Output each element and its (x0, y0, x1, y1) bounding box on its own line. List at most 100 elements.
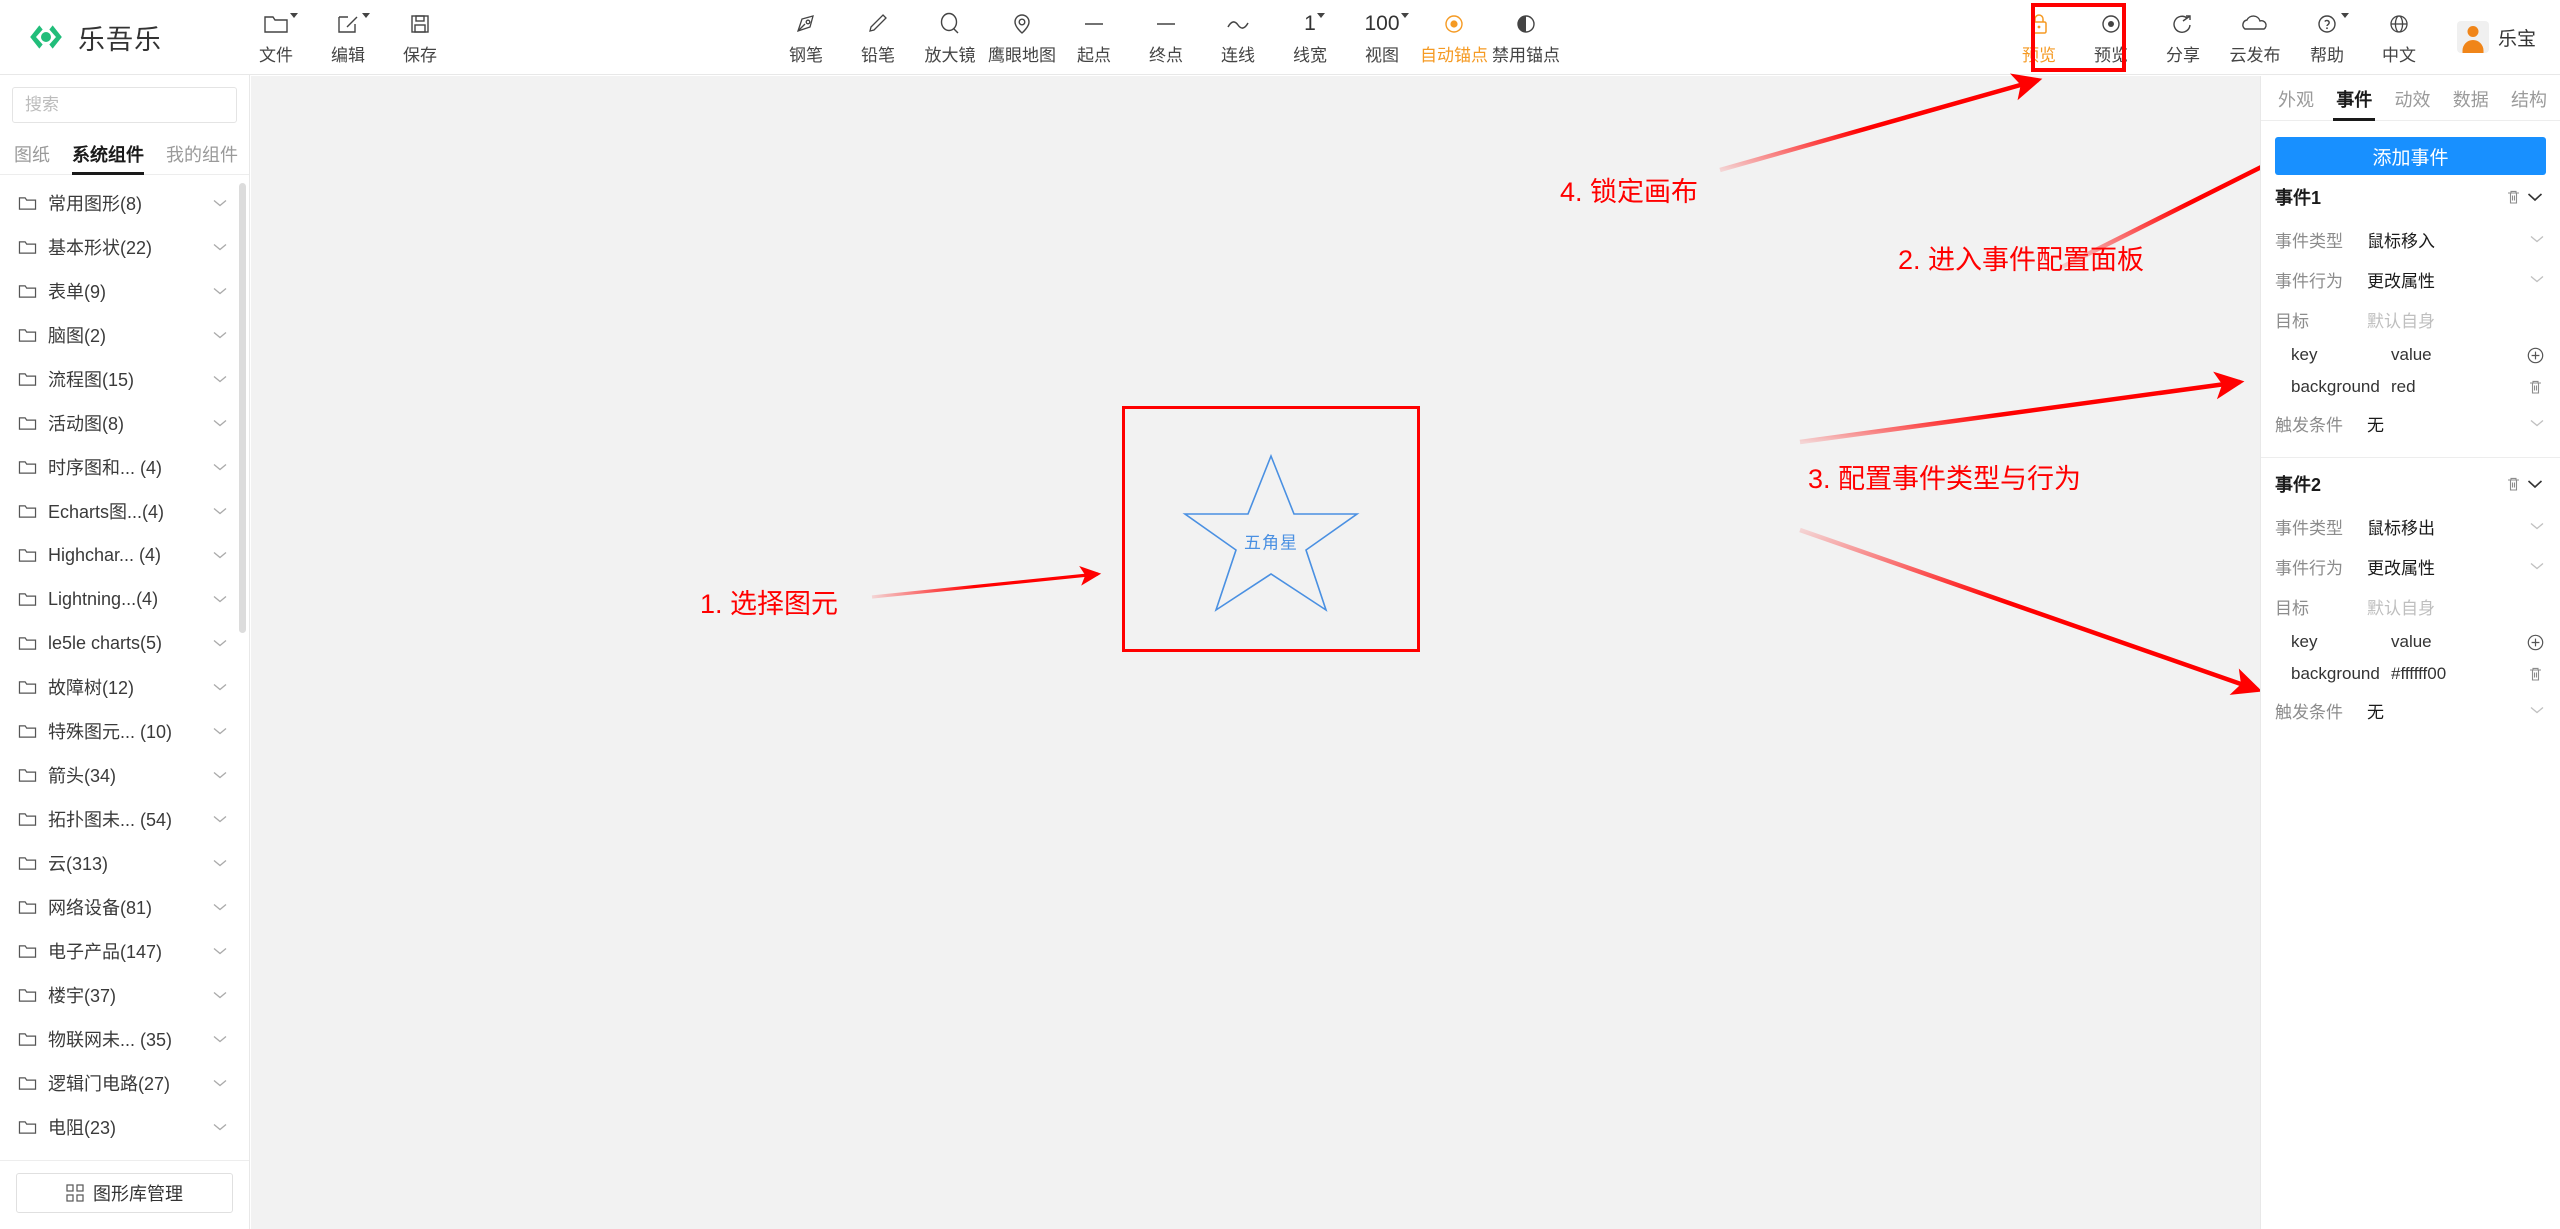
category-item[interactable]: 特殊图元... (10) (0, 709, 249, 753)
toolbar-item-pencil[interactable]: 铅笔 (842, 6, 914, 68)
category-item[interactable]: 常用图形(8) (0, 181, 249, 225)
chevron-down-icon[interactable] (213, 419, 227, 427)
category-item[interactable]: 楼宇(37) (0, 973, 249, 1017)
add-property-2-icon[interactable] (2524, 634, 2546, 651)
chevron-down-icon[interactable] (213, 859, 227, 867)
chevron-down-icon[interactable] (213, 595, 227, 603)
chevron-down-icon[interactable] (2530, 522, 2544, 530)
chevron-down-icon[interactable] (2530, 275, 2544, 283)
category-item[interactable]: 流程图(15) (0, 357, 249, 401)
toolbar-item-save[interactable]: 保存 (384, 6, 456, 68)
delete-event-1-icon[interactable] (2502, 186, 2524, 208)
event-1-type-row[interactable]: 事件类型 鼠标移入 (2275, 219, 2546, 259)
toolbar-item-disable-anchor[interactable]: 禁用锚点 (1490, 6, 1562, 68)
toolbar-item-pen[interactable]: 钢笔 (770, 6, 842, 68)
chevron-down-icon[interactable] (213, 199, 227, 207)
toolbar-item-cloud-publish[interactable]: 云发布 (2219, 6, 2291, 68)
event-1-trigger-row[interactable]: 触发条件 无 (2275, 403, 2546, 443)
delete-event-2-icon[interactable] (2502, 473, 2524, 495)
category-item[interactable]: Echarts图...(4) (0, 489, 249, 533)
chevron-down-icon[interactable] (213, 639, 227, 647)
sidebar-tab-my-components[interactable]: 我的组件 (166, 141, 238, 174)
tab-structure[interactable]: 结构 (2506, 86, 2552, 120)
toolbar-item-file[interactable]: 文件 (240, 6, 312, 68)
chevron-down-icon[interactable] (213, 683, 227, 691)
add-event-button[interactable]: 添加事件 (2275, 137, 2546, 175)
category-item[interactable]: 云(313) (0, 841, 249, 885)
chevron-down-icon[interactable] (213, 991, 227, 999)
chevron-down-icon[interactable] (213, 947, 227, 955)
search-box[interactable] (12, 87, 237, 123)
sidebar-tab-system-components[interactable]: 系统组件 (72, 141, 144, 175)
chevron-down-icon[interactable] (213, 551, 227, 559)
chevron-down-icon[interactable] (213, 463, 227, 471)
chevron-down-icon[interactable] (213, 375, 227, 383)
selected-shape-container[interactable]: 五角星 (1122, 406, 1420, 652)
category-item[interactable]: Lightning...(4) (0, 577, 249, 621)
event-1-kv-row[interactable]: background red (2275, 371, 2546, 403)
chevron-down-icon[interactable] (2530, 419, 2544, 427)
toolbar-item-view-zoom[interactable]: 100 视图 (1346, 6, 1418, 68)
category-item[interactable]: 活动图(8) (0, 401, 249, 445)
toolbar-item-auto-anchor[interactable]: 自动锚点 (1418, 6, 1490, 68)
toolbar-item-preview[interactable]: 预览 (2075, 6, 2147, 68)
toolbar-item-language[interactable]: 中文 (2363, 6, 2435, 68)
toolbar-item-edit[interactable]: 编辑 (312, 6, 384, 68)
event-2-action-row[interactable]: 事件行为 更改属性 (2275, 546, 2546, 586)
tab-data[interactable]: 数据 (2448, 86, 2494, 120)
chevron-down-icon[interactable] (213, 903, 227, 911)
chevron-down-icon[interactable] (213, 815, 227, 823)
chevron-down-icon[interactable] (213, 507, 227, 515)
event-1-target-row[interactable]: 目标 默认自身 (2275, 299, 2546, 339)
sidebar-scrollbar[interactable] (239, 183, 246, 633)
category-item[interactable]: 拓扑图未... (54) (0, 797, 249, 841)
chevron-down-icon[interactable] (213, 1035, 227, 1043)
search-input[interactable] (25, 95, 224, 115)
collapse-event-1-icon[interactable] (2524, 186, 2546, 208)
toolbar-item-lock-canvas[interactable]: 预览 (2003, 6, 2075, 68)
category-item[interactable]: 逻辑门电路(27) (0, 1061, 249, 1105)
chevron-down-icon[interactable] (2530, 706, 2544, 714)
category-item[interactable]: 网络设备(81) (0, 885, 249, 929)
category-item[interactable]: 表单(9) (0, 269, 249, 313)
toolbar-item-magnifier[interactable]: 放大镜 (914, 6, 986, 68)
sidebar-tab-drawings[interactable]: 图纸 (14, 141, 50, 174)
chevron-down-icon[interactable] (213, 771, 227, 779)
chevron-down-icon[interactable] (213, 1079, 227, 1087)
delete-property-1-icon[interactable] (2524, 379, 2546, 396)
chevron-down-icon[interactable] (213, 331, 227, 339)
collapse-event-2-icon[interactable] (2524, 473, 2546, 495)
category-item[interactable]: 电子产品(147) (0, 929, 249, 973)
category-item[interactable]: 基本形状(22) (0, 225, 249, 269)
add-property-1-icon[interactable] (2524, 347, 2546, 364)
toolbar-item-start-point[interactable]: 起点 (1058, 6, 1130, 68)
toolbar-item-connector[interactable]: 连线 (1202, 6, 1274, 68)
category-item[interactable]: le5le charts(5) (0, 621, 249, 665)
tab-events[interactable]: 事件 (2331, 86, 2377, 121)
brand[interactable]: 乐吾乐 (26, 17, 162, 57)
chevron-down-icon[interactable] (213, 727, 227, 735)
chevron-down-icon[interactable] (2530, 235, 2544, 243)
event-2-trigger-row[interactable]: 触发条件 无 (2275, 690, 2546, 730)
toolbar-item-share[interactable]: 分享 (2147, 6, 2219, 68)
chevron-down-icon[interactable] (213, 1123, 227, 1131)
category-item[interactable]: 脑图(2) (0, 313, 249, 357)
chevron-down-icon[interactable] (213, 243, 227, 251)
category-item[interactable]: Highchar... (4) (0, 533, 249, 577)
event-2-kv-row[interactable]: background #ffffff00 (2275, 658, 2546, 690)
category-item[interactable]: 物联网未... (35) (0, 1017, 249, 1061)
event-2-type-row[interactable]: 事件类型 鼠标移出 (2275, 506, 2546, 546)
tab-appearance[interactable]: 外观 (2273, 86, 2319, 120)
tab-animation[interactable]: 动效 (2390, 86, 2436, 120)
chevron-down-icon[interactable] (2530, 562, 2544, 570)
toolbar-item-end-point[interactable]: 终点 (1130, 6, 1202, 68)
delete-property-2-icon[interactable] (2524, 666, 2546, 683)
toolbar-item-help[interactable]: 帮助 (2291, 6, 2363, 68)
chevron-down-icon[interactable] (213, 287, 227, 295)
toolbar-item-line-width[interactable]: 1 线宽 (1274, 6, 1346, 68)
category-item[interactable]: 故障树(12) (0, 665, 249, 709)
toolbar-item-eagle-eye[interactable]: 鹰眼地图 (986, 6, 1058, 68)
shape-library-manage-button[interactable]: 图形库管理 (16, 1173, 233, 1213)
event-2-target-row[interactable]: 目标 默认自身 (2275, 586, 2546, 626)
category-item[interactable]: 箭头(34) (0, 753, 249, 797)
